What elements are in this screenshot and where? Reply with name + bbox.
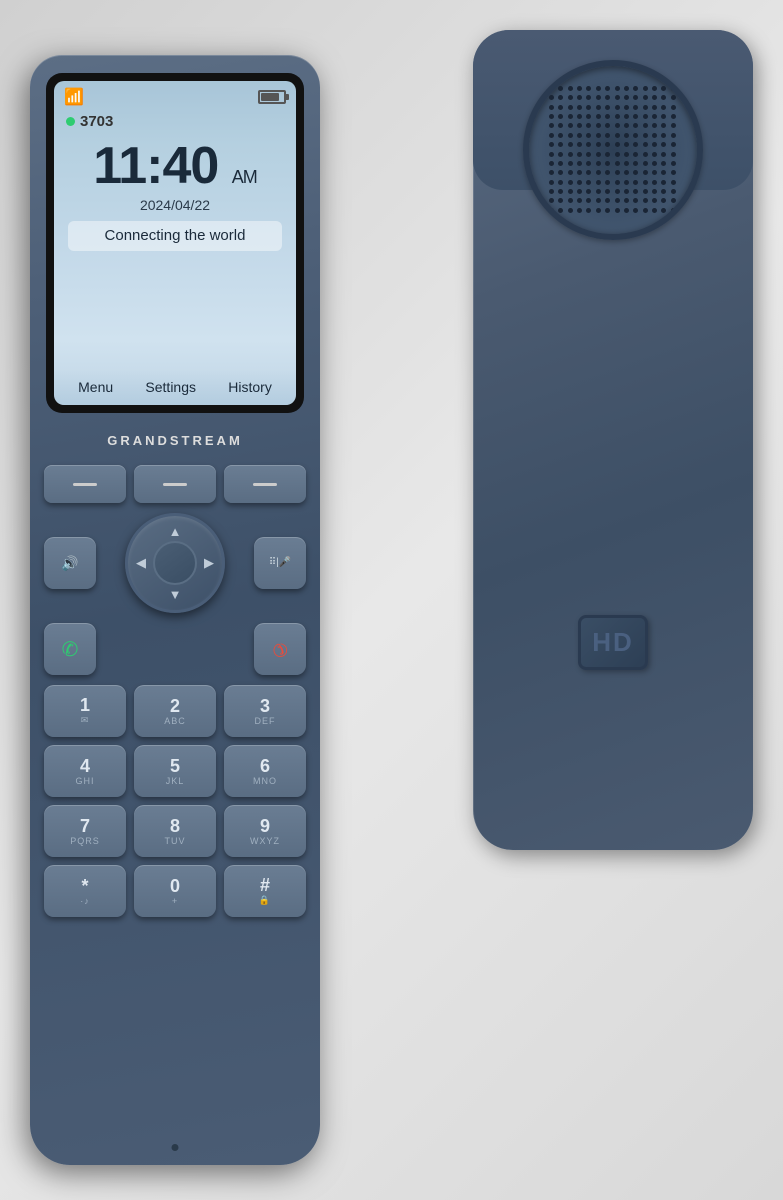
key-8[interactable]: 8 TUV: [134, 805, 216, 857]
number-grid: 1 ✉ 2 ABC 3 DEF 4 GHI 5 JKL: [44, 685, 306, 917]
call-button[interactable]: ✆: [44, 623, 96, 675]
key-6[interactable]: 6 MNO: [224, 745, 306, 797]
wifi-icon: 📶: [64, 87, 84, 107]
key-1[interactable]: 1 ✉: [44, 685, 126, 737]
call-row: ✆ ✆: [44, 623, 306, 675]
screen-soft-keys: Menu Settings History: [54, 369, 296, 405]
nav-cluster[interactable]: ▲ ◀ ▶ ▼: [125, 513, 225, 613]
scene: // We'll generate dots manually HD 📶: [0, 0, 783, 1200]
nav-up-icon: ▲: [169, 524, 182, 539]
mid-soft-button[interactable]: [134, 465, 216, 503]
key-5[interactable]: 5 JKL: [134, 745, 216, 797]
speaker-icon: 🔊: [61, 555, 78, 572]
key-9[interactable]: 9 WXYZ: [224, 805, 306, 857]
nav-row: 🔊 ▲ ◀ ▶ ▼ ⠿|🎤: [44, 513, 306, 613]
left-soft-icon: [73, 483, 97, 486]
motto-text: Connecting the world: [105, 227, 246, 244]
conf-mute-icon: ⠿|🎤: [269, 557, 291, 569]
key-3[interactable]: 3 DEF: [224, 685, 306, 737]
call-icon: ✆: [62, 637, 79, 662]
key-star[interactable]: * ·♪: [44, 865, 126, 917]
speaker-grille: // We'll generate dots manually: [523, 60, 703, 240]
battery-icon: [258, 90, 286, 104]
key-hash[interactable]: # 🔒: [224, 865, 306, 917]
date-display: 2024/04/22: [54, 197, 296, 213]
softkey-history[interactable]: History: [228, 379, 272, 395]
battery-fill: [261, 93, 279, 101]
nav-left-icon: ◀: [136, 555, 146, 571]
nav-down-icon: ▼: [169, 587, 182, 602]
extension-number: 3703: [80, 113, 113, 130]
brand-name: GRANDSTREAM: [30, 433, 320, 448]
hd-badge: HD: [578, 615, 648, 670]
nav-center-button[interactable]: [153, 541, 197, 585]
softkey-menu[interactable]: Menu: [78, 379, 113, 395]
hd-icon: HD: [578, 615, 648, 670]
right-soft-button[interactable]: [224, 465, 306, 503]
screen-display: 📶 3703 11:40 AM: [54, 81, 296, 405]
conf-mute-button[interactable]: ⠿|🎤: [254, 537, 306, 589]
handset-front: 📶 3703 11:40 AM: [30, 55, 320, 1165]
speaker-button[interactable]: 🔊: [44, 537, 96, 589]
key-0[interactable]: 0 +: [134, 865, 216, 917]
keypad: 🔊 ▲ ◀ ▶ ▼ ⠿|🎤 ✆: [44, 465, 306, 1135]
ampm-value: AM: [232, 167, 257, 187]
mid-soft-icon: [163, 483, 187, 486]
key-2[interactable]: 2 ABC: [134, 685, 216, 737]
extension-status-dot: [66, 117, 75, 126]
key-7[interactable]: 7 PQRS: [44, 805, 126, 857]
end-call-icon: ✆: [267, 636, 293, 662]
end-call-button[interactable]: ✆: [254, 623, 306, 675]
microphone-dot: [172, 1144, 179, 1151]
key-4[interactable]: 4 GHI: [44, 745, 126, 797]
extension-row: 3703: [54, 109, 296, 134]
softkey-settings[interactable]: Settings: [145, 379, 196, 395]
hd-label: HD: [592, 627, 634, 658]
left-soft-button[interactable]: [44, 465, 126, 503]
time-display: 11:40 AM: [54, 134, 296, 194]
status-bar: 📶: [54, 81, 296, 109]
handset-back: // We'll generate dots manually HD: [473, 30, 753, 850]
time-value: 11:40 AM: [93, 137, 257, 195]
screen-bezel: 📶 3703 11:40 AM: [46, 73, 304, 413]
soft-key-row: [44, 465, 306, 503]
motto-box: Connecting the world: [68, 221, 282, 251]
nav-right-icon: ▶: [204, 555, 214, 571]
right-soft-icon: [253, 483, 277, 486]
